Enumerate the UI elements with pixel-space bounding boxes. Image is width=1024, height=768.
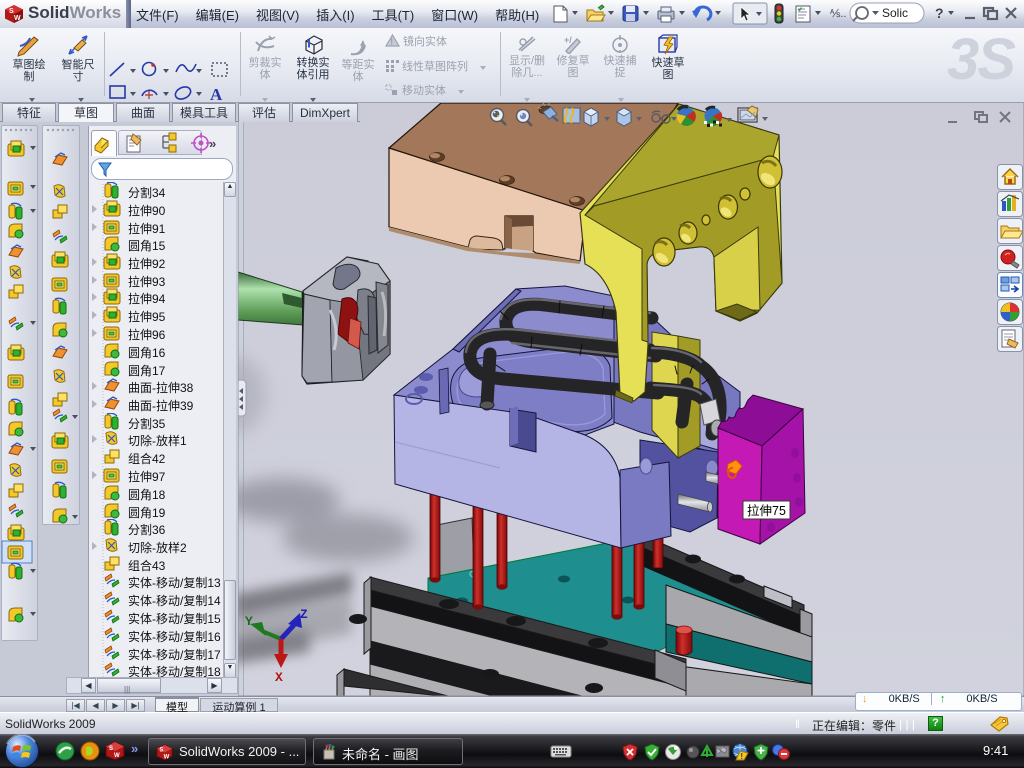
svg-text:S: S bbox=[9, 8, 14, 15]
svg-text:Solic: Solic bbox=[882, 6, 908, 20]
svg-text:W: W bbox=[14, 15, 21, 22]
svg-text:S: S bbox=[109, 746, 113, 752]
svg-text:+/: +/ bbox=[564, 35, 572, 45]
svg-text:»: » bbox=[131, 741, 138, 756]
svg-text:⅍..: ⅍.. bbox=[829, 8, 846, 20]
svg-text:X: X bbox=[275, 670, 283, 685]
svg-text:!: ! bbox=[390, 37, 393, 47]
svg-text:Z: Z bbox=[300, 607, 308, 622]
svg-text:W: W bbox=[164, 754, 170, 760]
svg-text:S: S bbox=[159, 748, 163, 754]
svg-text:Y: Y bbox=[245, 614, 253, 629]
svg-text:A: A bbox=[210, 85, 223, 104]
svg-text:拉伸75: 拉伸75 bbox=[747, 503, 786, 518]
svg-text:?: ? bbox=[935, 5, 944, 21]
svg-text:!: ! bbox=[740, 752, 743, 761]
svg-text:W: W bbox=[114, 753, 120, 759]
